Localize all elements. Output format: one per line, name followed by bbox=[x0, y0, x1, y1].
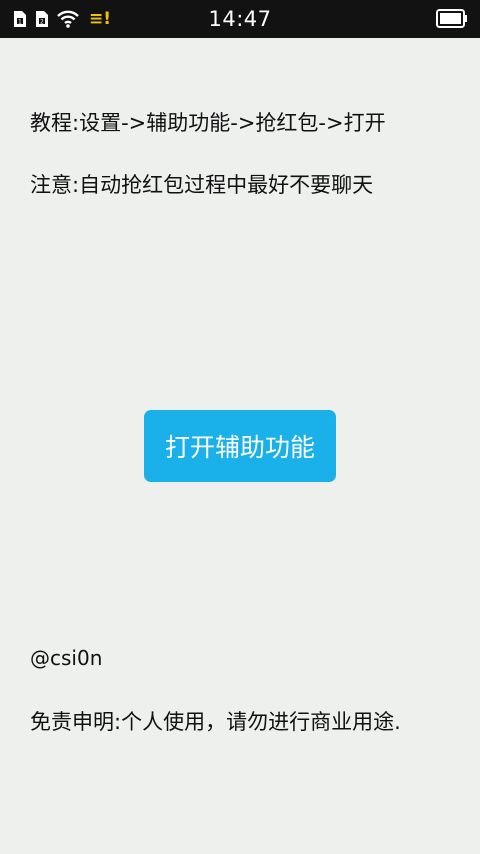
notice-text: 注意:自动抢红包过程中最好不要聊天 bbox=[30, 173, 374, 197]
status-time: 14:47 bbox=[208, 7, 272, 31]
status-bar: 1 2 ≡! 14:47 bbox=[0, 0, 480, 38]
author-signature: @csi0n bbox=[30, 646, 103, 670]
open-accessibility-button[interactable]: 打开辅助功能 bbox=[144, 410, 336, 482]
disclaimer-text: 免责申明:个人使用，请勿进行商业用途. bbox=[30, 710, 401, 734]
battery-icon bbox=[436, 9, 468, 28]
tutorial-text: 教程:设置->辅助功能->抢红包->打开 bbox=[30, 111, 386, 135]
